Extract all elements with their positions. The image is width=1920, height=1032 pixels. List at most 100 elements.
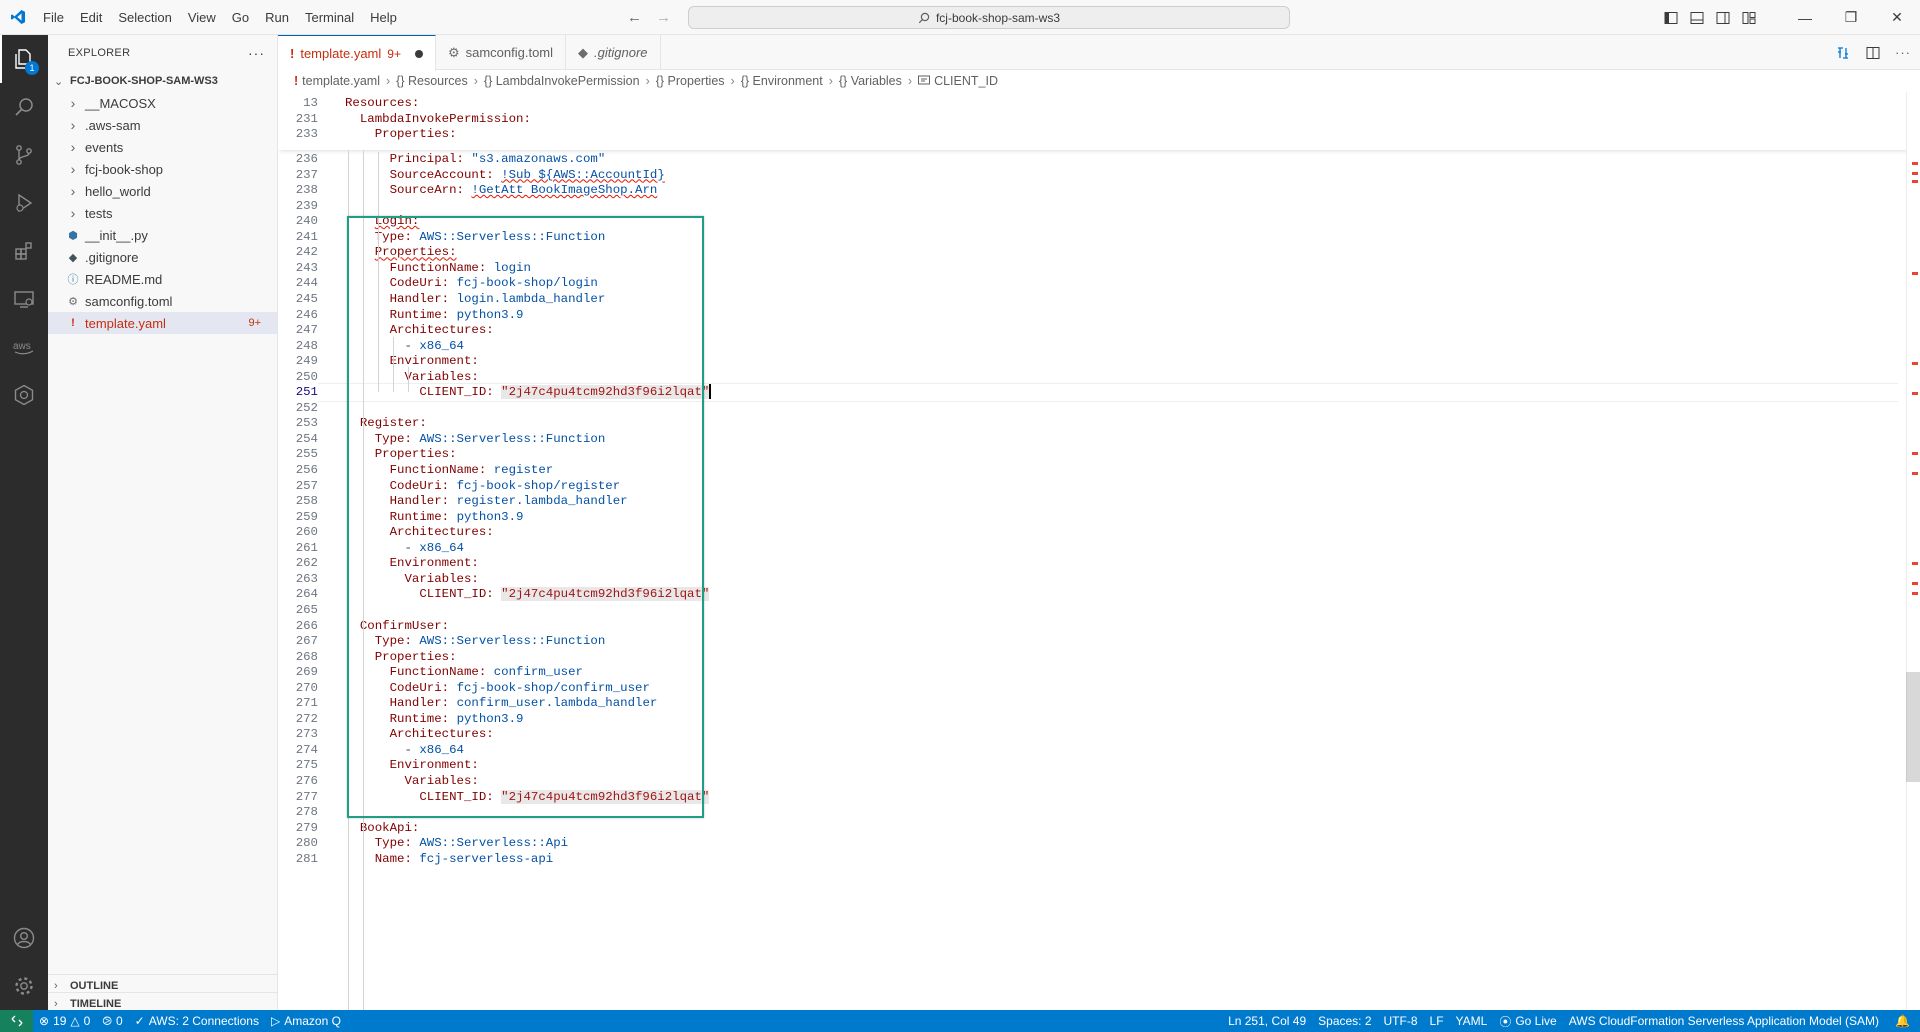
remote-indicator-icon[interactable] bbox=[0, 1010, 33, 1032]
search-icon[interactable] bbox=[0, 83, 48, 131]
menu-selection[interactable]: Selection bbox=[110, 0, 179, 35]
tree-folder[interactable]: › tests bbox=[48, 202, 277, 224]
more-actions-icon[interactable]: ··· bbox=[248, 45, 265, 61]
menu-terminal[interactable]: Terminal bbox=[297, 0, 362, 35]
eol-label: LF bbox=[1429, 1014, 1444, 1028]
menu-help[interactable]: Help bbox=[362, 0, 405, 35]
compare-changes-icon[interactable] bbox=[1830, 40, 1856, 66]
tree-file[interactable]: ◆ .gitignore bbox=[48, 246, 277, 268]
code-line[interactable]: 233 Properties: bbox=[278, 125, 1903, 144]
file-tree: › __MACOSX › .aws-sam › events › fcj-book-shop ›… bbox=[48, 92, 277, 334]
eol-status[interactable]: LF bbox=[1424, 1010, 1450, 1032]
breadcrumb-lambda-invoke-permission[interactable]: {} LambdaInvokePermission bbox=[484, 74, 640, 88]
tree-folder[interactable]: › fcj-book-shop bbox=[48, 158, 277, 180]
breadcrumb-client-id[interactable]: CLIENT_ID bbox=[934, 74, 998, 88]
breadcrumb-resources[interactable]: {} Resources bbox=[396, 74, 468, 88]
yaml-value: AWS::Serverless::Api bbox=[419, 836, 569, 851]
explorer-badge: 1 bbox=[25, 61, 39, 75]
tree-file[interactable]: ⬢ __init__.py bbox=[48, 224, 277, 246]
tree-file[interactable]: ⓘ README.md bbox=[48, 268, 277, 290]
title-controls: — ❐ ✕ bbox=[1658, 0, 1920, 35]
amazon-q-icon[interactable] bbox=[0, 371, 48, 419]
tree-item-label: template.yaml bbox=[85, 315, 166, 331]
notifications-bell-icon[interactable]: 🔔 bbox=[1885, 1010, 1920, 1032]
schema-status[interactable]: AWS CloudFormation Serverless Applicatio… bbox=[1563, 1010, 1885, 1032]
back-arrow-icon[interactable]: ← bbox=[627, 9, 642, 26]
aws-connections-status[interactable]: ✓ AWS: 2 Connections bbox=[129, 1010, 265, 1032]
remote-explorer-icon[interactable] bbox=[0, 275, 48, 323]
tree-file[interactable]: ! template.yaml 9+ bbox=[48, 312, 277, 334]
customize-layout-icon[interactable] bbox=[1736, 0, 1762, 35]
menu-view[interactable]: View bbox=[180, 0, 224, 35]
explorer-icon[interactable]: 1 bbox=[0, 35, 48, 83]
menu-run[interactable]: Run bbox=[257, 0, 297, 35]
text-cursor bbox=[709, 384, 712, 400]
tab-gitignore[interactable]: ◆ .gitignore bbox=[566, 35, 661, 70]
language-mode-status[interactable]: YAML bbox=[1450, 1010, 1494, 1032]
git-icon: ◆ bbox=[578, 44, 589, 60]
yaml-value: !Sub ${AWS::AccountId} bbox=[501, 167, 665, 182]
amazon-q-status[interactable]: ▷ Amazon Q bbox=[265, 1010, 347, 1032]
tab-samconfig-toml[interactable]: ⚙ samconfig.toml bbox=[436, 35, 567, 70]
aws-connections-label: AWS: 2 Connections bbox=[148, 1014, 259, 1028]
tree-file[interactable]: ⚙ samconfig.toml bbox=[48, 290, 277, 312]
breadcrumb-variables[interactable]: {} Variables bbox=[839, 74, 902, 88]
minimize-icon[interactable]: — bbox=[1782, 0, 1828, 35]
chevron-right-icon: › bbox=[70, 117, 76, 133]
indentation-status[interactable]: Spaces: 2 bbox=[1312, 1010, 1377, 1032]
chevron-down-icon: ⌄ bbox=[54, 75, 64, 88]
account-icon[interactable] bbox=[0, 914, 48, 962]
project-name: FCJ-BOOK-SHOP-SAM-WS3 bbox=[70, 75, 218, 87]
vscode-logo-icon bbox=[0, 0, 35, 35]
outline-label: OUTLINE bbox=[70, 979, 119, 992]
editor-scrollbar[interactable] bbox=[1906, 92, 1920, 1010]
menu-file[interactable]: File bbox=[35, 0, 72, 35]
yaml-value: fcj-serverless-api bbox=[419, 851, 554, 866]
code-editor[interactable]: 13 Resources: 231 LambdaInvokePermission: 2… bbox=[278, 92, 1920, 1010]
source-control-icon[interactable] bbox=[0, 131, 48, 179]
annotation-highlight-box bbox=[347, 216, 704, 818]
project-root[interactable]: ⌄ FCJ-BOOK-SHOP-SAM-WS3 bbox=[48, 70, 277, 92]
toggle-panel-icon[interactable] bbox=[1684, 0, 1710, 35]
tab-problem-count: 9+ bbox=[387, 46, 401, 61]
tab-template-yaml[interactable]: ! template.yaml 9+ bbox=[278, 35, 436, 71]
unsaved-dot-icon[interactable] bbox=[414, 49, 423, 58]
menu-go[interactable]: Go bbox=[224, 0, 257, 35]
breadcrumb-properties[interactable]: {} Properties bbox=[656, 74, 725, 88]
menu-edit[interactable]: Edit bbox=[72, 0, 110, 35]
command-center-search[interactable]: fcj-book-shop-sam-ws3 bbox=[688, 6, 1290, 29]
aws-icon[interactable]: aws bbox=[0, 323, 48, 371]
close-icon[interactable]: ✕ bbox=[1874, 0, 1920, 35]
yaml-key: Properties: bbox=[374, 127, 457, 141]
toggle-secondary-sidebar-icon[interactable] bbox=[1710, 0, 1736, 35]
encoding-status[interactable]: UTF-8 bbox=[1378, 1010, 1424, 1032]
restore-icon[interactable]: ❐ bbox=[1828, 0, 1874, 35]
tree-folder[interactable]: › __MACOSX bbox=[48, 92, 277, 114]
split-editor-icon[interactable] bbox=[1860, 40, 1886, 66]
forward-arrow-icon[interactable]: → bbox=[656, 9, 671, 26]
tree-folder[interactable]: › .aws-sam bbox=[48, 114, 277, 136]
scrollbar-thumb[interactable] bbox=[1906, 672, 1920, 782]
info-file-icon: ⓘ bbox=[67, 274, 79, 286]
tree-item-label: hello_world bbox=[85, 183, 151, 199]
ports-status[interactable]: ⧁ 0 bbox=[96, 1010, 128, 1032]
more-actions-icon[interactable]: ··· bbox=[1890, 40, 1916, 66]
code-line[interactable]: 281 Name: fcj-serverless-api bbox=[278, 850, 1903, 869]
gear-icon: ⚙ bbox=[447, 44, 460, 60]
chevron-right-icon: › bbox=[70, 205, 76, 221]
cursor-position[interactable]: Ln 251, Col 49 bbox=[1222, 1010, 1312, 1032]
extensions-icon[interactable] bbox=[0, 227, 48, 275]
go-live-status[interactable]: ⦿ Go Live bbox=[1493, 1010, 1562, 1032]
breadcrumb-file[interactable]: template.yaml bbox=[302, 74, 380, 88]
sticky-scroll-header[interactable]: 13 Resources: 231 LambdaInvokePermission: 2… bbox=[278, 92, 1920, 150]
toggle-primary-sidebar-icon[interactable] bbox=[1658, 0, 1684, 35]
problems-status[interactable]: ⊗ 19 △ 0 bbox=[33, 1010, 96, 1032]
settings-gear-icon[interactable] bbox=[0, 962, 48, 1010]
tree-folder[interactable]: › hello_world bbox=[48, 180, 277, 202]
breadcrumb: ! template.yaml › {} Resources › {} Lamb… bbox=[294, 74, 998, 88]
run-debug-icon[interactable] bbox=[0, 179, 48, 227]
tree-folder[interactable]: › events bbox=[48, 136, 277, 158]
breadcrumb-environment[interactable]: {} Environment bbox=[741, 74, 823, 88]
